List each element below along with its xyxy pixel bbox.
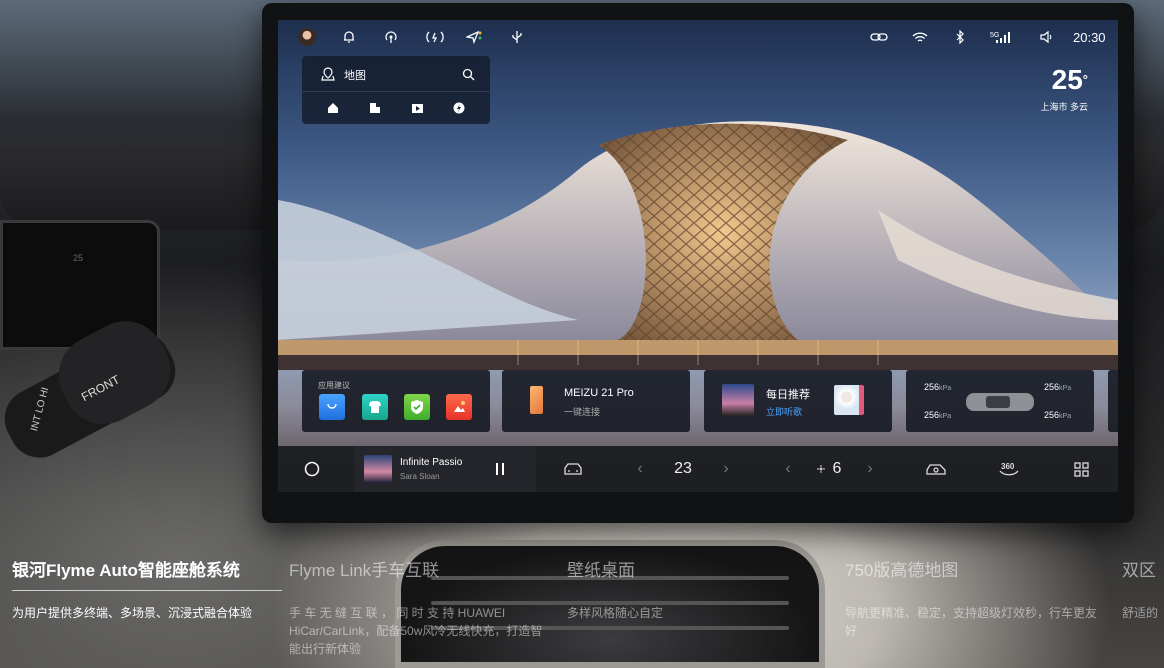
- pause-icon[interactable]: [492, 459, 508, 479]
- phone-icon: [530, 386, 543, 414]
- map-icon: [321, 67, 335, 81]
- screen: 5G 20:30 地图 25° 上海市 多云 应用建议 MEIZU 21 Pro…: [278, 20, 1118, 492]
- cabin-temperature: 23: [674, 460, 692, 477]
- user-avatar[interactable]: [298, 28, 316, 46]
- weather-location: 上海市 多云: [1040, 102, 1088, 112]
- feature-4-body: 导航更精准、稳定，支持超级灯效秒，行车更友好: [845, 606, 1098, 638]
- daily-card-subtitle[interactable]: 立即听歌: [766, 405, 802, 418]
- playlist-cover: [834, 385, 864, 415]
- feature-4[interactable]: 750版高德地图 导航更精准、稳定，支持超级灯效秒，行车更友好: [845, 556, 1105, 640]
- temperature-decrease-button[interactable]: ‹: [632, 459, 648, 479]
- temperature-increase-button[interactable]: ›: [718, 459, 734, 479]
- map-widget[interactable]: 地图: [302, 56, 490, 124]
- feature-1-title: 银河Flyme Auto智能座舱系统: [12, 561, 240, 580]
- app-grid-icon[interactable]: [1072, 459, 1090, 479]
- fan-level: 6: [832, 460, 842, 477]
- security-icon[interactable]: [404, 394, 430, 420]
- album-art: [722, 384, 754, 416]
- daily-recommend-card[interactable]: 每日推荐 立即听歌: [704, 370, 892, 432]
- car-settings-icon[interactable]: [924, 459, 948, 479]
- feature-3-title: 壁纸桌面: [567, 561, 635, 580]
- feature-3-body: 多样风格随心自定: [567, 606, 664, 620]
- 5g-signal-icon: 5G: [990, 29, 1010, 45]
- feature-4-title: 750版高德地图: [845, 561, 959, 580]
- clock: 20:30: [1073, 30, 1106, 45]
- feature-1-underline: [12, 590, 282, 591]
- feature-2-title: Flyme Link手车互联: [289, 561, 440, 580]
- phone-card-title: MEIZU 21 Pro: [564, 387, 634, 399]
- status-bar: 5G 20:30: [278, 20, 1118, 54]
- bell-icon[interactable]: [341, 29, 357, 45]
- phone-connect-card[interactable]: MEIZU 21 Pro 一键连接: [502, 370, 690, 432]
- vehicle-control-icon[interactable]: [562, 459, 584, 479]
- search-icon[interactable]: [461, 67, 475, 81]
- weather-temperature: 25°: [1051, 64, 1088, 95]
- tire-rear-right: 256kPa: [1044, 410, 1072, 420]
- infotainment-display: 5G 20:30 地图 25° 上海市 多云 应用建议 MEIZU 21 Pro…: [262, 3, 1134, 523]
- car-topview-icon: [966, 393, 1034, 411]
- feature-2[interactable]: Flyme Link手车互联 手 车 无 缝 互 联 ， 同 时 支 持 HUA…: [289, 556, 547, 658]
- signal-broadcast-icon[interactable]: [425, 29, 445, 45]
- weather-widget[interactable]: 25° 上海市 多云: [1040, 66, 1088, 113]
- volume-icon[interactable]: [1038, 29, 1054, 45]
- now-playing-title: Infinite Passio: [400, 457, 463, 468]
- camera-360-icon[interactable]: 360: [998, 459, 1020, 479]
- navigation-icon[interactable]: [466, 29, 482, 45]
- map-search-row[interactable]: 地图: [302, 56, 490, 92]
- charging-icon[interactable]: [452, 101, 466, 115]
- daily-card-title: 每日推荐: [766, 389, 810, 401]
- hotspot-icon[interactable]: [383, 29, 399, 45]
- network-label: 5G: [990, 32, 999, 39]
- feature-1-body: 为用户提供多终端、多场景、沉浸式融合体验: [12, 606, 253, 620]
- fan-icon: [814, 459, 828, 479]
- phone-card-subtitle: 一键连接: [564, 407, 601, 417]
- wiper-stalk: FRONT INT LO HI: [4, 321, 176, 458]
- app-store-icon[interactable]: [319, 394, 345, 420]
- feature-5[interactable]: 双区 舒适的: [1122, 556, 1164, 668]
- feature-1[interactable]: 银河Flyme Auto智能座舱系统 为用户提供多终端、多场景、沉浸式融合体验: [12, 556, 282, 622]
- now-playing-artist: Sara Sloan: [400, 472, 440, 481]
- feature-captions: 银河Flyme Auto智能座舱系统 为用户提供多终端、多场景、沉浸式融合体验 …: [0, 556, 1164, 668]
- company-icon[interactable]: [368, 101, 382, 115]
- fan-increase-button[interactable]: ›: [862, 459, 878, 479]
- media-icon[interactable]: [410, 101, 424, 115]
- bottom-dock: Infinite Passio Sara Sloan ‹ 23 › ‹ 6 › …: [278, 446, 1118, 492]
- usb-icon[interactable]: [509, 29, 525, 45]
- app-suggestions-card: 应用建议: [302, 370, 490, 432]
- camera-360-label: 360: [1001, 462, 1015, 471]
- link-icon[interactable]: [870, 29, 888, 45]
- theme-icon[interactable]: [362, 394, 388, 420]
- feature-5-title: 双区: [1122, 561, 1156, 580]
- feature-5-body: 舒适的: [1122, 606, 1159, 620]
- feature-3[interactable]: 壁纸桌面 多样风格随心自定: [567, 556, 817, 622]
- tire-pressure-card[interactable]: 256kPa 256kPa 256kPa 256kPa: [906, 370, 1094, 432]
- bluetooth-icon[interactable]: [952, 29, 968, 45]
- fan-decrease-button[interactable]: ‹: [780, 459, 796, 479]
- tire-front-right: 256kPa: [1044, 382, 1072, 392]
- wifi-icon[interactable]: [912, 29, 928, 45]
- next-card-peek[interactable]: [1108, 370, 1118, 432]
- tire-rear-left: 256kPa: [924, 410, 952, 420]
- gallery-icon[interactable]: [446, 394, 472, 420]
- feature-2-body: 手 车 无 缝 互 联 ， 同 时 支 持 HUAWEI HiCar/CarLi…: [289, 606, 543, 656]
- map-title: 地图: [344, 70, 366, 82]
- home-button-icon[interactable]: [302, 459, 322, 479]
- app-suggestions-label: 应用建议: [318, 381, 350, 390]
- home-icon[interactable]: [326, 101, 340, 115]
- tire-front-left: 256kPa: [924, 382, 952, 392]
- now-playing-album-art[interactable]: [364, 455, 392, 483]
